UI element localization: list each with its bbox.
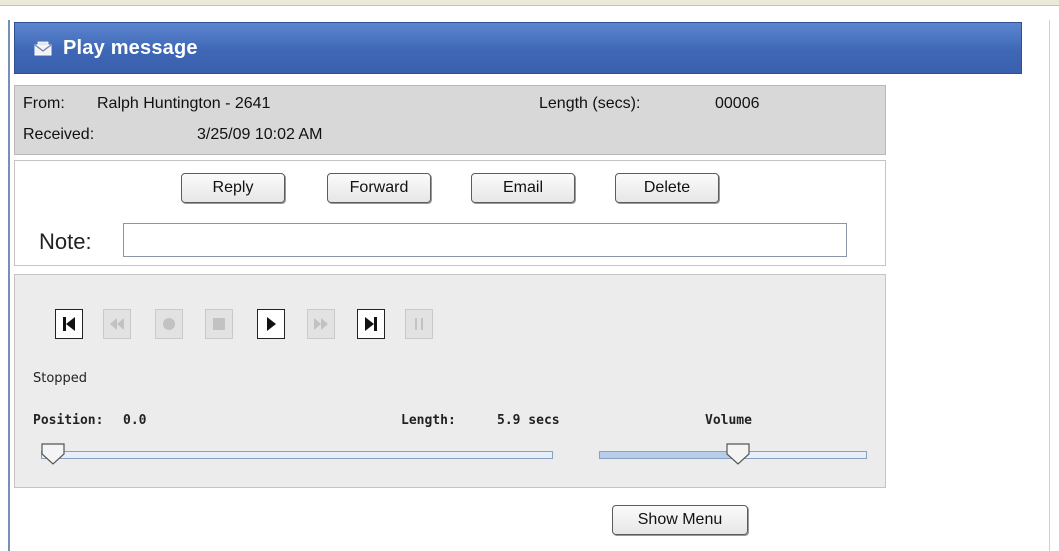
received-label: Received:: [23, 126, 95, 143]
position-value: 0.0: [123, 413, 147, 428]
received-value: 3/25/09 10:02 AM: [197, 126, 323, 143]
fast-forward-button[interactable]: [307, 309, 335, 339]
rewind-button[interactable]: [103, 309, 131, 339]
pause-button[interactable]: [405, 309, 433, 339]
page-title: Play message: [63, 36, 198, 59]
pause-icon: [415, 318, 423, 330]
from-label: From:: [23, 95, 65, 112]
reply-button[interactable]: Reply: [181, 173, 285, 203]
note-label: Note:: [39, 229, 92, 254]
show-menu-button[interactable]: Show Menu: [612, 505, 748, 535]
playback-length-label: Length:: [401, 413, 456, 428]
message-info-panel: From: Ralph Huntington - 2641 Length (se…: [14, 85, 886, 155]
skip-to-end-icon: [365, 317, 377, 331]
stop-button[interactable]: [205, 309, 233, 339]
volume-slider-thumb[interactable]: [726, 443, 750, 465]
skip-to-end-button[interactable]: [357, 309, 385, 339]
email-button[interactable]: Email: [471, 173, 575, 203]
play-icon: [267, 317, 276, 331]
position-slider-track[interactable]: [41, 451, 553, 459]
from-value: Ralph Huntington - 2641: [97, 95, 271, 112]
playback-status: Stopped: [33, 371, 88, 386]
volume-label: Volume: [705, 413, 752, 428]
position-label: Position:: [33, 413, 104, 428]
audio-player-panel: Stopped Position: 0.0 Length: 5.9 secs V…: [14, 274, 886, 488]
delete-button[interactable]: Delete: [615, 173, 719, 203]
page-left-border: [8, 20, 10, 551]
message-length-label: Length (secs):: [539, 95, 641, 112]
playback-length-value: 5.9 secs: [497, 413, 560, 428]
note-input[interactable]: [123, 223, 847, 257]
rewind-icon: [110, 318, 124, 330]
skip-to-start-button[interactable]: [55, 309, 83, 339]
record-icon: [163, 318, 175, 330]
play-button[interactable]: [257, 309, 285, 339]
title-bar: Play message: [14, 22, 1022, 74]
stop-icon: [213, 318, 225, 330]
fast-forward-icon: [314, 318, 328, 330]
page-right-border: [1049, 20, 1050, 551]
position-slider-thumb[interactable]: [41, 443, 65, 465]
record-button[interactable]: [155, 309, 183, 339]
message-length-value: 00006: [715, 95, 760, 112]
skip-to-start-icon: [63, 317, 75, 331]
window-top-border: [0, 0, 1059, 6]
message-actions-panel: Reply Forward Email Delete Note:: [14, 160, 886, 266]
envelope-icon: [33, 40, 53, 56]
forward-button[interactable]: Forward: [327, 173, 431, 203]
